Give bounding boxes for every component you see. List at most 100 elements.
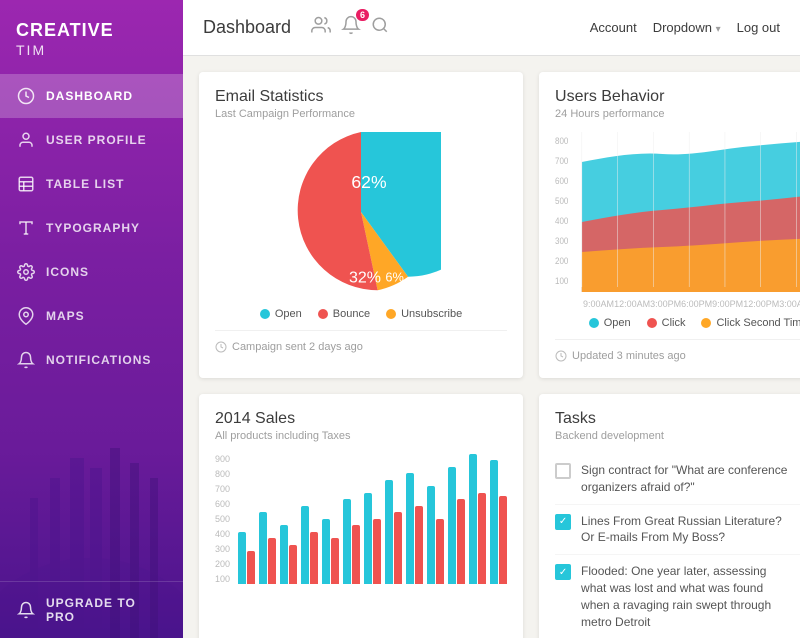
sidebar-item-typography[interactable]: TYPOGRAPHY (0, 206, 183, 250)
sidebar-item-notifications[interactable]: NOTIFICATIONS (0, 338, 183, 382)
task-checkbox-1[interactable] (555, 463, 571, 479)
pie-chart: 62% 32% 6% (215, 132, 507, 292)
area-chart: 800 700 600 500 400 300 200 100 (555, 132, 800, 309)
search-icon[interactable] (371, 16, 389, 39)
sidebar-item-user-profile[interactable]: USER PROFILE (0, 118, 183, 162)
tasks-subtitle: Backend development (555, 430, 800, 442)
sales-chart-container: 100200300400500600700800900 (215, 454, 507, 584)
topbar: Dashboard 6 (183, 0, 800, 56)
logout-link[interactable]: Log out (737, 20, 780, 35)
maps-icon (16, 306, 36, 326)
sales-subtitle: All products including Taxes (215, 430, 507, 442)
notification-icon[interactable]: 6 (341, 15, 361, 40)
task-checkbox-2[interactable]: ✓ (555, 514, 571, 530)
svg-text:100: 100 (555, 276, 569, 287)
bar-red-12 (499, 496, 507, 584)
bar-red-6 (373, 519, 381, 584)
legend-open: Open (260, 308, 302, 320)
bar-cyan-9 (427, 486, 435, 584)
sidebar: CREATIVE TIM DASHBOARD USER PROFILE TABL… (0, 0, 183, 638)
sidebar-item-dashboard[interactable]: DASHBOARD (0, 74, 183, 118)
task-checkbox-3[interactable]: ✓ (555, 564, 571, 580)
bar-cyan-6 (364, 493, 372, 584)
email-stats-footer-text: Campaign sent 2 days ago (232, 341, 363, 353)
svg-text:32%: 32% (349, 269, 381, 286)
legend-dot-area-click2 (701, 318, 711, 328)
legend-dot-unsubscribe (386, 309, 396, 319)
task-text-2: Lines From Great Russian Literature? Or … (581, 513, 793, 547)
tasks-title: Tasks (555, 410, 800, 428)
bar-cyan-2 (280, 525, 288, 584)
topbar-icons: 6 (311, 15, 389, 40)
bar-red-9 (436, 519, 444, 584)
task-item-2: ✓ Lines From Great Russian Literature? O… (555, 505, 800, 556)
legend-dot-open (260, 309, 270, 319)
bar-cyan-11 (469, 454, 477, 584)
bar-group-4 (322, 519, 339, 584)
bar-red-2 (289, 545, 297, 584)
bar-red-8 (415, 506, 423, 584)
bell-upgrade-icon (16, 600, 36, 620)
pie-legend: Open Bounce Unsubscribe (215, 308, 507, 320)
bar-red-10 (457, 499, 465, 584)
dashboard-icon (16, 86, 36, 106)
dropdown-link[interactable]: Dropdown ▾ (653, 20, 721, 35)
legend-dot-area-click (647, 318, 657, 328)
bar-cyan-5 (343, 499, 351, 584)
email-stats-card: Email Statistics Last Campaign Performan… (199, 72, 523, 378)
task-item-3: ✓ Flooded: One year later, assessing wha… (555, 555, 800, 638)
nav-label-icons: ICONS (46, 265, 89, 279)
legend-label-bounce: Bounce (333, 308, 370, 320)
bar-group-0 (238, 532, 255, 584)
bar-cyan-4 (322, 519, 330, 584)
bar-group-2 (280, 525, 297, 584)
table-list-icon (16, 174, 36, 194)
topbar-right: Account Dropdown ▾ Log out (590, 20, 780, 35)
bar-cyan-8 (406, 473, 414, 584)
nav-label-dashboard: DASHBOARD (46, 89, 133, 103)
people-icon[interactable] (311, 15, 331, 40)
bar-red-5 (352, 525, 360, 584)
bar-red-3 (310, 532, 318, 584)
svg-text:600: 600 (555, 176, 569, 187)
logo-line1: CREATIVE (16, 20, 167, 42)
bar-cyan-7 (385, 480, 393, 584)
bar-red-7 (394, 512, 402, 584)
bar-group-10 (448, 467, 465, 584)
content-grid: Email Statistics Last Campaign Performan… (183, 56, 800, 638)
nav-label-typography: TYPOGRAPHY (46, 221, 140, 235)
task-item-1: Sign contract for "What are conference o… (555, 454, 800, 505)
sidebar-item-icons[interactable]: ICONS (0, 250, 183, 294)
nav-label-notifications: NOTIFICATIONS (46, 353, 151, 367)
account-link[interactable]: Account (590, 20, 637, 35)
page-title: Dashboard (203, 17, 291, 38)
svg-text:62%: 62% (351, 172, 387, 192)
svg-text:400: 400 (555, 216, 569, 227)
email-stats-title: Email Statistics (215, 88, 507, 106)
tasks-card: Tasks Backend development Sign contract … (539, 394, 800, 638)
legend-label-unsubscribe: Unsubscribe (401, 308, 462, 320)
bar-group-6 (364, 493, 381, 584)
notification-badge: 6 (356, 9, 369, 21)
bar-cyan-12 (490, 460, 498, 584)
sidebar-item-table-list[interactable]: TABLE LIST (0, 162, 183, 206)
bar-cyan-3 (301, 506, 309, 584)
typography-icon (16, 218, 36, 238)
sidebar-item-maps[interactable]: MAPS (0, 294, 183, 338)
sidebar-logo: CREATIVE TIM (0, 0, 183, 74)
legend-unsubscribe: Unsubscribe (386, 308, 462, 320)
bar-group-1 (259, 512, 276, 584)
bar-group-5 (343, 499, 360, 584)
sidebar-nav: DASHBOARD USER PROFILE TABLE LIST TYPOGR… (0, 74, 183, 581)
legend-area-open: Open (589, 317, 631, 329)
users-behavior-title: Users Behavior (555, 88, 800, 106)
users-behavior-card: Users Behavior 24 Hours performance 800 … (539, 72, 800, 378)
area-legend: Open Click Click Second Time (555, 317, 800, 329)
bar-red-11 (478, 493, 486, 584)
nav-label-user-profile: USER PROFILE (46, 133, 147, 147)
users-behavior-subtitle: 24 Hours performance (555, 108, 800, 120)
chart-xaxis: 9:00AM12:00AM3:00PM6:00PM9:00PM12:00PM3:… (555, 299, 800, 309)
legend-area-click: Click (647, 317, 686, 329)
upgrade-button[interactable]: UPGRADE TO PRO (0, 581, 183, 638)
svg-text:800: 800 (555, 136, 569, 147)
